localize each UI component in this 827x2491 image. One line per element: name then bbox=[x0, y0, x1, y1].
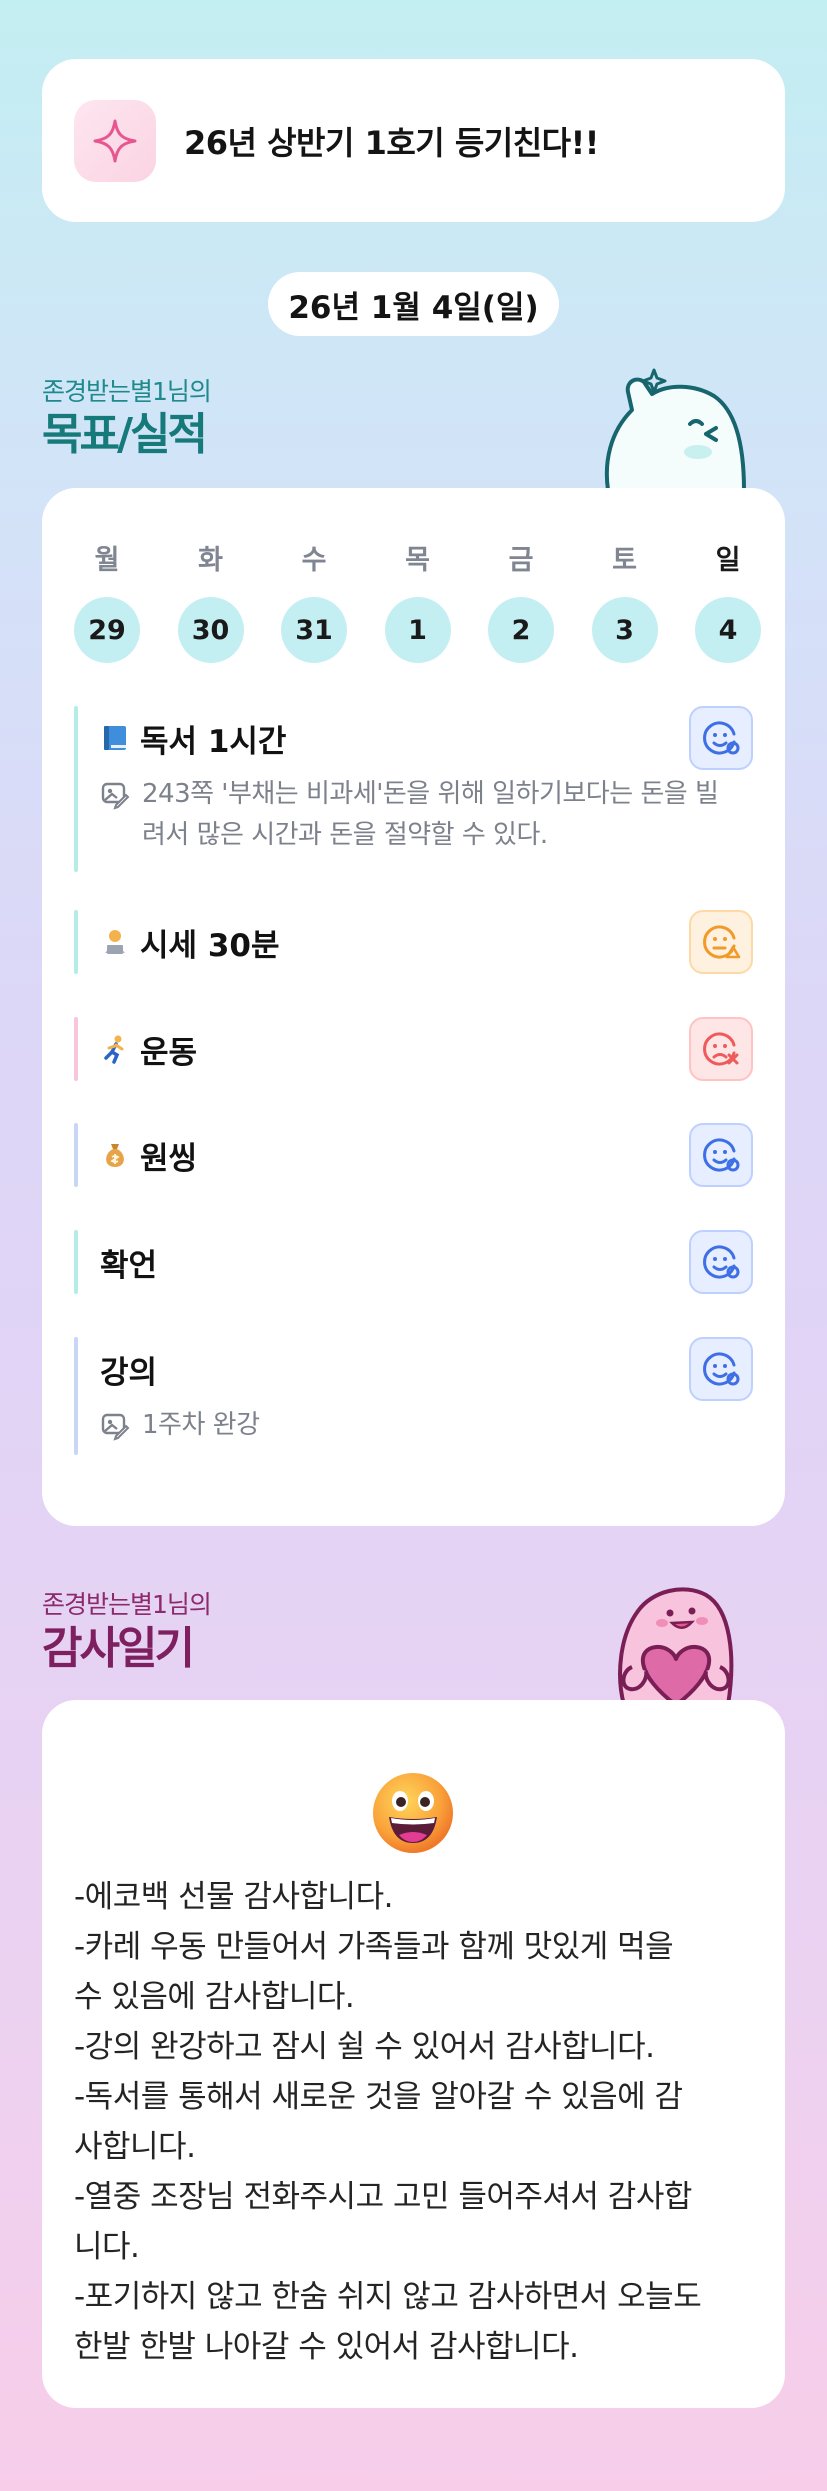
mood-good-button[interactable] bbox=[689, 1337, 753, 1401]
thanks-line: 니다. bbox=[74, 2229, 140, 2265]
day-column[interactable]: 수 31 bbox=[281, 538, 347, 663]
task-title-row: 시세 30분 bbox=[100, 910, 753, 974]
task-note: 1주차 완강 bbox=[100, 1405, 740, 1446]
thanks-card: -에코백 선물 감사합니다. -카레 우동 만들어서 가족들과 함께 맛있게 먹을… bbox=[42, 1700, 785, 2408]
task-title: 강의 bbox=[100, 1354, 158, 1391]
task-exercise[interactable]: 운동 bbox=[74, 1017, 753, 1081]
day-name: 목 bbox=[405, 545, 430, 576]
sparkle-icon bbox=[74, 99, 156, 182]
task-bar bbox=[74, 706, 78, 872]
task-title-row: 독서 1시간 bbox=[100, 706, 753, 770]
day-column[interactable]: 금2 bbox=[488, 538, 554, 663]
thanks-line: 사합니다. bbox=[74, 2129, 196, 2165]
page: 26년 상반기 1호기 등기친다!! 26년 1월 4일(일) 존경받는별1님의… bbox=[0, 0, 827, 2491]
note-image-icon bbox=[101, 1413, 130, 1441]
day-name: 수 bbox=[301, 545, 327, 576]
goal-text: 26년 상반기 1호기 등기친다!! bbox=[184, 123, 599, 162]
sad-face-icon bbox=[703, 1032, 739, 1066]
task-bar bbox=[74, 1123, 78, 1187]
blue-book-icon bbox=[104, 726, 126, 750]
day-name: 화 bbox=[198, 545, 223, 576]
smile-face-icon bbox=[703, 1352, 740, 1386]
task-bar bbox=[74, 1230, 78, 1294]
task-reading[interactable]: 독서 1시간 243쪽 '부채는 비과세'돈을 위해 일하기보다는 돈을 빌려서… bbox=[74, 706, 753, 872]
smile-face-icon bbox=[703, 721, 740, 755]
task-title-row: 강의 bbox=[100, 1337, 753, 1401]
thanks-lines: -에코백 선물 감사합니다. -카레 우동 만들어서 가족들과 함께 맛있게 먹을… bbox=[74, 1872, 754, 2372]
task-note: 243쪽 '부채는 비과세'돈을 위해 일하기보다는 돈을 빌려서 많은 시간과… bbox=[100, 774, 740, 856]
day-number[interactable]: 30 bbox=[177, 597, 244, 663]
note-image-icon bbox=[101, 782, 130, 810]
day-column[interactable]: 화 30 bbox=[177, 538, 244, 663]
day-number[interactable]: 31 bbox=[281, 597, 347, 663]
goals-title: 목표/실적 bbox=[42, 409, 208, 460]
day-column[interactable]: 토3 bbox=[591, 538, 658, 663]
task-price-check[interactable]: 시세 30분 bbox=[74, 910, 753, 974]
task-title: 독서 1시간 bbox=[140, 723, 287, 760]
day-column[interactable]: 일4 bbox=[695, 538, 761, 663]
day-number[interactable]: 1 bbox=[384, 597, 451, 663]
task-title: 운동 bbox=[140, 1034, 198, 1071]
task-one-thing[interactable]: 원씽 bbox=[74, 1123, 753, 1187]
task-title: 확언 bbox=[100, 1247, 158, 1284]
task-title-row: 운동 bbox=[100, 1017, 753, 1081]
smile-face-icon bbox=[703, 1245, 740, 1279]
task-lecture[interactable]: 강의 1주차 완강 bbox=[74, 1337, 753, 1455]
day-column[interactable]: 월 29 bbox=[74, 538, 140, 663]
day-number[interactable]: 29 bbox=[74, 597, 140, 663]
thanks-line: -강의 완강하고 잠시 쉴 수 있어서 감사합니다. bbox=[74, 2029, 655, 2065]
mood-meh-button[interactable] bbox=[689, 910, 753, 974]
day-name: 월 bbox=[94, 545, 120, 576]
task-bar bbox=[74, 910, 78, 974]
goal-banner[interactable]: 26년 상반기 1호기 등기친다!! bbox=[42, 59, 785, 222]
mood-good-button[interactable] bbox=[689, 1230, 753, 1294]
day-number[interactable]: 3 bbox=[591, 597, 658, 663]
smile-face-icon bbox=[703, 1138, 740, 1172]
thanks-line: -포기하지 않고 한숨 쉬지 않고 감사하면서 오늘도 bbox=[74, 2279, 702, 2315]
task-bar bbox=[74, 1017, 78, 1081]
task-title-row: 원씽 bbox=[100, 1123, 753, 1187]
thanks-line: -독서를 통해서 새로운 것을 알아갈 수 있음에 감 bbox=[74, 2079, 683, 2115]
task-title: 원씽 bbox=[140, 1140, 198, 1177]
task-title: 시세 30분 bbox=[140, 927, 280, 964]
day-name: 토 bbox=[612, 545, 637, 576]
task-title-row: 확언 bbox=[100, 1230, 753, 1294]
day-column[interactable]: 목1 bbox=[384, 538, 451, 663]
day-name: 일 bbox=[715, 545, 741, 576]
meh-face-icon bbox=[703, 925, 741, 959]
day-number[interactable]: 4 bbox=[695, 597, 761, 663]
date-pill[interactable]: 26년 1월 4일(일) bbox=[268, 272, 559, 336]
thanks-line: 수 있음에 감사합니다. bbox=[74, 1979, 355, 2015]
mood-bad-button[interactable] bbox=[689, 1017, 753, 1081]
goals-card: 월 29 화 30 수 31 목 1 금 2 토 3 일 4 독서 1시간 243쪽 '부 bbox=[42, 488, 785, 1526]
mood-good-button[interactable] bbox=[689, 1123, 753, 1187]
day-name: 금 bbox=[508, 545, 534, 576]
task-affirmation[interactable]: 확언 bbox=[74, 1230, 753, 1294]
heart-mascot-icon bbox=[618, 1587, 734, 1705]
money-bag-icon bbox=[106, 1144, 124, 1167]
grinning-face-icon bbox=[373, 1773, 453, 1853]
task-note-text: 1주차 완강 bbox=[142, 1410, 260, 1440]
thanks-line: -카레 우동 만들어서 가족들과 함께 맛있게 먹을 bbox=[74, 1929, 674, 1965]
task-note-text: 243쪽 '부채는 비과세'돈을 위해 일하기보다는 돈을 빌려서 많은 시간과… bbox=[142, 779, 719, 850]
thanks-line: -에코백 선물 감사합니다. bbox=[74, 1879, 393, 1915]
day-number[interactable]: 2 bbox=[488, 597, 554, 663]
mood-good-button[interactable] bbox=[689, 706, 753, 770]
week-strip: 월 29 화 30 수 31 목 1 금 2 토 3 일 4 bbox=[74, 538, 761, 663]
laptop-person-icon bbox=[105, 930, 125, 954]
thanks-line: -열중 조장님 전화주시고 고민 들어주셔서 감사합 bbox=[74, 2179, 692, 2215]
thanks-line: 한발 한발 나아갈 수 있어서 감사합니다. bbox=[74, 2329, 579, 2365]
task-bar bbox=[74, 1337, 78, 1455]
ghost-mascot-icon bbox=[604, 368, 746, 490]
thanks-title: 감사일기 bbox=[42, 1623, 195, 1674]
runner-icon bbox=[104, 1035, 124, 1064]
